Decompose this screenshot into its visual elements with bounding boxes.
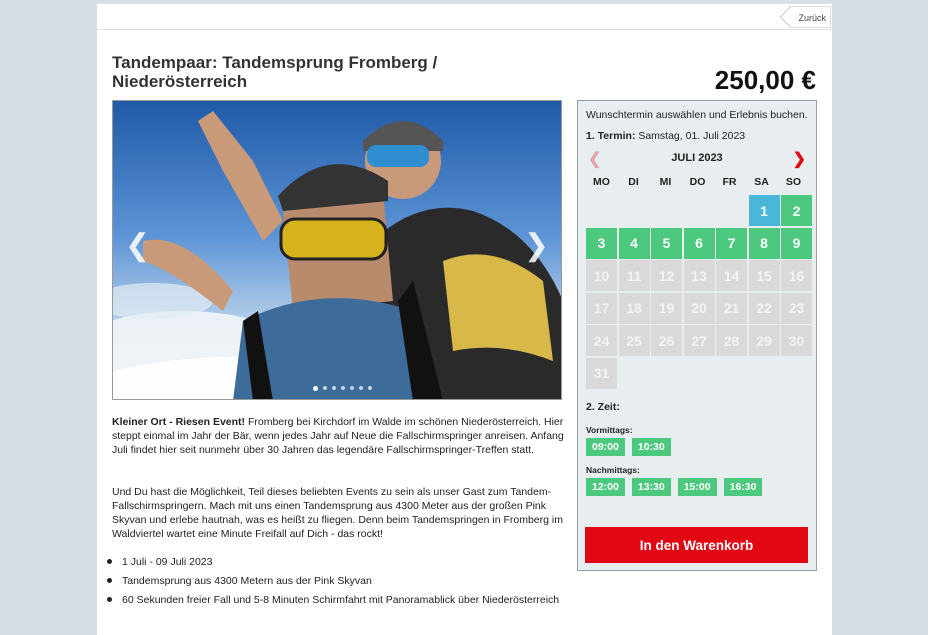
afternoon-slots: 12:00 13:30 15:00 16:30 xyxy=(586,477,808,496)
gallery-prev-icon[interactable]: ❮ xyxy=(125,231,150,261)
calendar-blank xyxy=(586,195,617,226)
calendar-day: 28 xyxy=(716,325,747,356)
description-paragraph-2: Und Du hast die Möglichkeit, Teil dieses… xyxy=(112,486,563,540)
calendar-day[interactable]: 3 xyxy=(586,227,617,259)
booking-intro: Wunschtermin auswählen und Erlebnis buch… xyxy=(586,109,808,121)
calendar-day: 16 xyxy=(781,260,812,291)
calendar-day: 29 xyxy=(748,325,780,356)
feature-item: 60 Sekunden freier Fall und 5-8 Minuten … xyxy=(107,593,567,607)
feature-item: 1 Juli - 09 Juli 2023 xyxy=(107,555,567,569)
calendar-day: 12 xyxy=(651,260,682,291)
calendar-day[interactable]: 9 xyxy=(781,227,812,259)
calendar-day[interactable]: 5 xyxy=(651,227,682,259)
weekday-label: MO xyxy=(593,176,610,188)
weekday-label: DO xyxy=(689,176,706,188)
description-lead: Kleiner Ort - Riesen Event! xyxy=(112,416,246,428)
gallery-dot[interactable] xyxy=(332,386,336,390)
booking-panel: Wunschtermin auswählen und Erlebnis buch… xyxy=(577,100,817,571)
time-slot-button[interactable]: 09:00 xyxy=(586,437,625,456)
feature-item: Tandemsprung aus 4300 Metern aus der Pin… xyxy=(107,574,567,588)
back-button[interactable]: Zurück xyxy=(789,6,831,28)
weekday-label: DI xyxy=(628,176,639,188)
calendar-day: 10 xyxy=(586,260,617,291)
weekday-header: MO DI MI DO FR SA SO xyxy=(586,176,808,188)
calendar-day: 24 xyxy=(586,325,617,356)
calendar-day: 30 xyxy=(781,325,812,356)
time-slot-button[interactable]: 13:30 xyxy=(631,477,671,496)
time-slot-button[interactable]: 10:30 xyxy=(631,437,671,456)
gallery-next-icon[interactable]: ❯ xyxy=(524,231,549,261)
calendar-header: ❮ JULI 2023 ❯ xyxy=(586,149,808,169)
product-title: Tandempaar: Tandemsprung Fromberg / Nied… xyxy=(112,53,438,91)
image-gallery[interactable]: ❮ ❯ xyxy=(112,100,562,400)
calendar-day: 20 xyxy=(683,292,715,324)
weekday-label: SA xyxy=(754,176,769,188)
page: Zurück Tandempaar: Tandemsprung Fromberg… xyxy=(97,3,832,635)
calendar-day: 27 xyxy=(683,325,715,356)
description-paragraph-1: Kleiner Ort - Riesen Event! Fromberg bei… xyxy=(112,415,567,457)
feature-list: 1 Juli - 09 Juli 2023 Tandemsprung aus 4… xyxy=(107,555,567,607)
calendar-day-selected[interactable]: 1 xyxy=(748,195,780,226)
calendar-day: 15 xyxy=(748,260,780,291)
termin-label: 1. Termin: xyxy=(586,130,636,142)
calendar-day: 25 xyxy=(618,325,650,356)
calendar-day[interactable]: 6 xyxy=(683,227,715,259)
zeit-label: 2. Zeit: xyxy=(586,400,620,413)
termin-row: 1. Termin: Samstag, 01. Juli 2023 xyxy=(586,130,808,142)
calendar-blank xyxy=(684,195,715,226)
gallery-dot[interactable] xyxy=(368,386,372,390)
product-price: 250,00 € xyxy=(714,65,816,95)
gallery-dots xyxy=(313,386,372,391)
morning-label: Vormittags: xyxy=(586,424,633,435)
calendar-day: 21 xyxy=(716,292,747,324)
calendar-blank xyxy=(716,195,747,226)
gallery-dot[interactable] xyxy=(313,386,318,391)
calendar-grid: 1 2 3 4 5 6 7 8 9 10 11 12 13 14 15 16 17 18 19 20 21 22 23 24 2… xyxy=(586,195,812,389)
time-slot-button[interactable]: 15:00 xyxy=(677,477,717,496)
tandem-skydive-photo xyxy=(113,101,561,399)
top-bar: Zurück xyxy=(97,3,832,30)
gallery-dot[interactable] xyxy=(323,386,327,390)
calendar-day: 22 xyxy=(748,292,780,324)
gallery-dot[interactable] xyxy=(350,386,354,390)
weekday-label: FR xyxy=(722,176,737,188)
weekday-label: MI xyxy=(659,176,672,188)
calendar-day[interactable]: 2 xyxy=(781,195,812,226)
calendar-day: 26 xyxy=(651,325,682,356)
calendar-day: 11 xyxy=(618,260,650,291)
time-slot-button[interactable]: 16:30 xyxy=(723,477,763,496)
calendar-day: 19 xyxy=(651,292,682,324)
calendar-prev-icon[interactable]: ❮ xyxy=(588,149,601,169)
calendar-day: 23 xyxy=(781,292,812,324)
weekday-label: SO xyxy=(785,176,802,188)
calendar-day[interactable]: 8 xyxy=(748,227,780,259)
calendar-day[interactable]: 7 xyxy=(716,227,747,259)
calendar-day[interactable]: 4 xyxy=(618,227,650,259)
gallery-dot[interactable] xyxy=(341,386,345,390)
calendar-month: JULI 2023 xyxy=(671,152,723,164)
calendar-blank xyxy=(619,195,650,226)
termin-value: Samstag, 01. Juli 2023 xyxy=(638,130,746,142)
gallery-dot[interactable] xyxy=(359,386,363,390)
time-slot-button[interactable]: 12:00 xyxy=(586,477,625,496)
add-to-cart-button[interactable]: In den Warenkorb xyxy=(585,527,808,563)
afternoon-label: Nachmittags: xyxy=(586,464,640,475)
calendar-blank xyxy=(651,195,682,226)
back-label: Zurück xyxy=(798,13,826,23)
calendar-day: 18 xyxy=(618,292,650,324)
calendar-next-icon[interactable]: ❯ xyxy=(793,149,806,169)
product-description: Kleiner Ort - Riesen Event! Fromberg bei… xyxy=(107,415,567,612)
morning-slots: 09:00 10:30 xyxy=(586,437,808,456)
calendar-day: 13 xyxy=(683,260,715,291)
calendar-day: 17 xyxy=(586,292,617,324)
calendar-day: 31 xyxy=(586,357,617,389)
calendar-day: 14 xyxy=(716,260,747,291)
